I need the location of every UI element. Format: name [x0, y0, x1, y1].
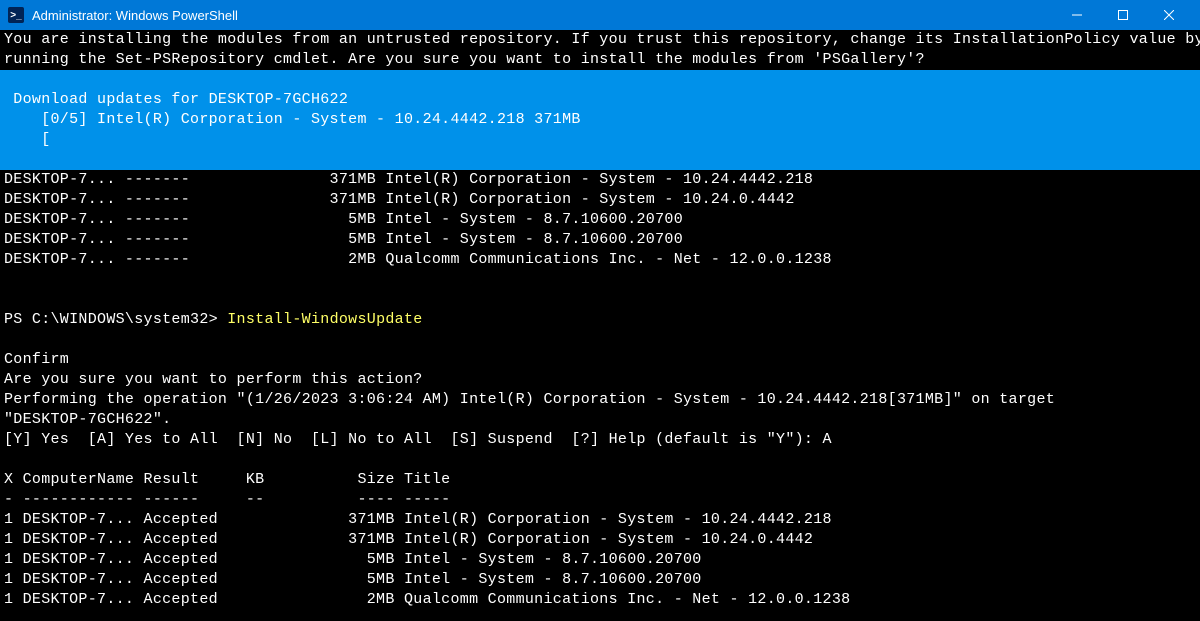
list-item: DESKTOP-7... ------- 371MB Intel(R) Corp…: [0, 190, 1200, 210]
prompt-prefix: PS C:\WINDOWS\system32>: [4, 311, 227, 328]
confirm-header: Confirm: [0, 350, 1200, 370]
minimize-button[interactable]: [1054, 0, 1100, 30]
terminal-output[interactable]: You are installing the modules from an u…: [0, 30, 1200, 610]
table-header: X ComputerName Result KB Size Title: [0, 470, 1200, 490]
powershell-icon: >_: [8, 7, 24, 23]
warning-text: You are installing the modules from an u…: [0, 30, 1200, 50]
progress-pane: Download updates for DESKTOP-7GCH622 [0/…: [0, 70, 1200, 170]
list-item: DESKTOP-7... ------- 5MB Intel - System …: [0, 230, 1200, 250]
progress-blank: [0, 70, 1200, 90]
command-text: Install-WindowsUpdate: [227, 311, 422, 328]
progress-blank: [0, 150, 1200, 170]
table-row: 1 DESKTOP-7... Accepted 371MB Intel(R) C…: [0, 530, 1200, 550]
list-item: DESKTOP-7... ------- 371MB Intel(R) Corp…: [0, 170, 1200, 190]
window-titlebar[interactable]: >_ Administrator: Windows PowerShell: [0, 0, 1200, 30]
blank-line: [0, 270, 1200, 290]
blank-line: [0, 290, 1200, 310]
blank-line: [0, 330, 1200, 350]
progress-bar: [ ]: [0, 130, 1200, 150]
close-button[interactable]: [1146, 0, 1192, 30]
table-row: 1 DESKTOP-7... Accepted 5MB Intel - Syst…: [0, 550, 1200, 570]
table-row: 1 DESKTOP-7... Accepted 2MB Qualcomm Com…: [0, 590, 1200, 610]
warning-text: running the Set-PSRepository cmdlet. Are…: [0, 50, 1200, 70]
maximize-button[interactable]: [1100, 0, 1146, 30]
progress-title: Download updates for DESKTOP-7GCH622: [0, 90, 1200, 110]
confirm-operation: Performing the operation "(1/26/2023 3:0…: [0, 390, 1200, 410]
table-separator: - ------------ ------ -- ---- -----: [0, 490, 1200, 510]
window-title: Administrator: Windows PowerShell: [32, 8, 1054, 23]
confirm-question: Are you sure you want to perform this ac…: [0, 370, 1200, 390]
list-item: DESKTOP-7... ------- 5MB Intel - System …: [0, 210, 1200, 230]
list-item: DESKTOP-7... ------- 2MB Qualcomm Commun…: [0, 250, 1200, 270]
confirm-choices: [Y] Yes [A] Yes to All [N] No [L] No to …: [0, 430, 1200, 450]
table-row: 1 DESKTOP-7... Accepted 371MB Intel(R) C…: [0, 510, 1200, 530]
blank-line: [0, 450, 1200, 470]
prompt-line: PS C:\WINDOWS\system32> Install-WindowsU…: [0, 310, 1200, 330]
progress-item: [0/5] Intel(R) Corporation - System - 10…: [0, 110, 1200, 130]
window-controls: [1054, 0, 1192, 30]
table-row: 1 DESKTOP-7... Accepted 5MB Intel - Syst…: [0, 570, 1200, 590]
confirm-operation: "DESKTOP-7GCH622".: [0, 410, 1200, 430]
